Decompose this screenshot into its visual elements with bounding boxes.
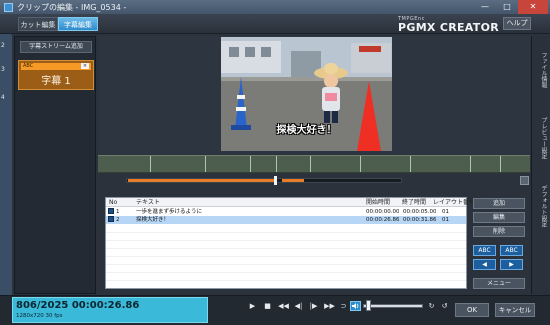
side-tab-file-info[interactable]: ファイル情報 [531, 40, 548, 100]
row-start: 00:00:26.86 [366, 217, 400, 223]
col-start[interactable]: 開始時間 [366, 198, 390, 207]
stop-button[interactable]: ■ [262, 301, 273, 311]
row-text: 探検大好き！ [136, 217, 170, 223]
rewind-button[interactable]: ◀◀ [277, 301, 290, 311]
waveform-tick [410, 156, 411, 172]
table-header: No テキスト 開始時間 終了時間 レイアウト番号 [106, 198, 475, 207]
abc-right-button[interactable]: ABC [500, 245, 523, 256]
volume-slider[interactable] [363, 304, 423, 308]
desktop-number: 2 [1, 42, 5, 49]
table-row-selected[interactable]: 2 探検大好き！ 00:00:26.86 00:00:31.86 01 [106, 216, 466, 224]
row-checkbox[interactable] [108, 216, 114, 222]
volume-icon[interactable] [350, 301, 361, 311]
track-close-icon[interactable]: × [81, 63, 89, 69]
app-icon [4, 2, 13, 12]
waveform-tick [360, 156, 361, 172]
col-text[interactable]: テキスト [136, 198, 160, 207]
video-format: 1280x720 30 fps [16, 313, 63, 319]
app-logo: TMPGEnc PGMX CREATOR [398, 16, 499, 34]
window-title: クリップの編集 - IMG_0534 - [17, 2, 127, 12]
help-button[interactable]: ヘルプ [503, 17, 531, 30]
row-no: 2 [116, 217, 120, 223]
nav-left-button[interactable]: ◀ [473, 259, 496, 270]
track-header: ABC × [21, 63, 91, 70]
add-button[interactable]: 追加 [473, 198, 525, 209]
play-button[interactable]: ▶ [247, 301, 258, 311]
seek-thumb[interactable] [274, 176, 277, 185]
col-layout[interactable]: レイアウト番号 [433, 198, 475, 207]
tab-subtitle-edit[interactable]: 字幕編集 [58, 17, 98, 31]
cut-segment [128, 179, 276, 182]
row-layout: 01 [442, 217, 449, 223]
waveform-tick [250, 156, 251, 172]
grid-line [106, 248, 466, 249]
waveform-strip [98, 155, 530, 173]
logo-name: PGMX CREATOR [398, 21, 499, 34]
row-checkbox[interactable] [108, 208, 114, 214]
menu-button[interactable]: メニュー [473, 278, 525, 289]
timeline-zoom-button[interactable] [520, 176, 529, 185]
speaker-icon [352, 303, 359, 309]
grid-line [106, 280, 466, 281]
side-tab-default-settings[interactable]: デフォルト設定 [531, 176, 548, 236]
timecode-value: 806/2025 00:00:26.86 [16, 300, 140, 311]
waveform-tick [150, 156, 151, 172]
repeat-button[interactable]: ↻ [426, 301, 437, 311]
video-preview: 探検大好き！ [221, 37, 392, 151]
abc-left-button[interactable]: ABC [473, 245, 496, 256]
desktop-number: 4 [1, 94, 5, 101]
grid-line [106, 264, 466, 265]
title-bar: クリップの編集 - IMG_0534 - [0, 0, 550, 14]
grid-line [106, 272, 466, 273]
add-subtitle-stream-button[interactable]: 字幕ストリーム追加 [20, 41, 92, 53]
grid-line [106, 256, 466, 257]
cut-segment [282, 179, 304, 182]
row-start: 00:00:00.00 [366, 209, 400, 215]
col-end[interactable]: 終了時間 [402, 198, 426, 207]
waveform-tick [205, 156, 206, 172]
row-end: 00:00:05.00 [403, 209, 437, 215]
row-text: 一歩を進まず歩けるように [136, 209, 203, 215]
waveform-tick [500, 156, 501, 172]
reset-button[interactable]: ↺ [439, 301, 450, 311]
volume-slider-thumb[interactable] [366, 300, 371, 311]
next-frame-button[interactable]: |▶ [308, 301, 319, 311]
row-end: 00:00:31.86 [403, 217, 437, 223]
grid-line [106, 240, 466, 241]
timecode-display: 806/2025 00:00:26.86 1280x720 30 fps [12, 297, 208, 323]
subtitle-track-1[interactable]: ABC × 字幕 1 [18, 60, 94, 90]
edit-button[interactable]: 編集 [473, 212, 525, 223]
waveform-tick [470, 156, 471, 172]
track-badge: ABC [23, 63, 34, 69]
row-no: 1 [116, 209, 120, 215]
nav-right-button[interactable]: ▶ [500, 259, 523, 270]
waveform-tick [310, 156, 311, 172]
track-label: 字幕 1 [41, 76, 71, 87]
waveform-tick [276, 156, 277, 172]
table-row[interactable]: 1 一歩を進まず歩けるように 00:00:00.00 00:00:05.00 0… [106, 208, 466, 216]
loop-button[interactable]: ⊃ [338, 301, 349, 311]
cancel-button[interactable]: キャンセル [495, 303, 535, 317]
forward-button[interactable]: ▶▶ [323, 301, 336, 311]
ok-button[interactable]: OK [455, 303, 489, 317]
desktop-strip: 1 2 3 4 [0, 14, 12, 295]
desktop-number: 3 [1, 66, 5, 73]
grid-line [106, 232, 466, 233]
tab-cut-edit[interactable]: カット編集 [18, 17, 58, 31]
row-layout: 01 [442, 209, 449, 215]
subtitle-table: No テキスト 開始時間 終了時間 レイアウト番号 1 一歩を進まず歩けるように… [105, 197, 475, 289]
minimize-button[interactable]: — [474, 0, 496, 14]
close-button[interactable]: ✕ [518, 0, 548, 14]
video-subtitle-overlay: 探検大好き！ [276, 125, 337, 136]
col-no[interactable]: No [109, 198, 117, 207]
delete-button[interactable]: 削除 [473, 226, 525, 237]
side-tab-preview-settings[interactable]: プレビュー設定 [531, 108, 548, 168]
maximize-button[interactable]: □ [496, 0, 518, 14]
prev-frame-button[interactable]: ◀| [293, 301, 304, 311]
